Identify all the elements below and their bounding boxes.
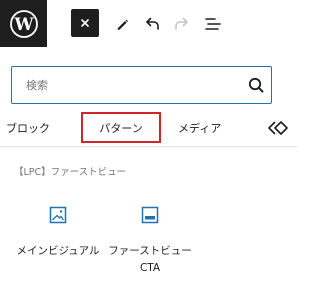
wordpress-logo-icon: W [9, 9, 38, 38]
cover-icon [141, 206, 159, 224]
tab-synced-patterns[interactable] [263, 113, 293, 143]
redo-icon [175, 17, 188, 30]
tab-blocks-label: ブロック [6, 122, 50, 135]
close-icon [81, 19, 89, 27]
editor-top-toolbar: W [0, 0, 297, 52]
pattern-category-heading: 【LPC】ファーストビュー [14, 167, 127, 178]
search-box [11, 66, 272, 104]
inserter-tabs: ブロック パターン メディア [0, 112, 297, 145]
pattern-item-label: メインビジュアル [16, 245, 100, 257]
tabs-divider [0, 146, 297, 147]
svg-text:W: W [13, 15, 34, 35]
pattern-item[interactable]: ファーストビューCTA [108, 205, 192, 277]
undo-button[interactable] [138, 9, 166, 39]
list-view-icon [205, 18, 221, 30]
tab-media[interactable]: メディア [178, 113, 238, 143]
pencil-icon [117, 19, 128, 30]
undo-icon [146, 17, 159, 30]
tab-media-label: メディア [178, 122, 222, 135]
tab-blocks[interactable]: ブロック [0, 113, 72, 143]
pattern-item[interactable]: メインビジュアル [16, 205, 100, 260]
search-input[interactable] [24, 67, 238, 104]
redo-button[interactable] [168, 9, 196, 39]
tools-button[interactable] [108, 9, 136, 39]
wordpress-logo-button[interactable]: W [0, 0, 47, 47]
list-view-button[interactable] [198, 9, 228, 39]
pattern-item-label: ファーストビューCTA [108, 245, 192, 274]
search-icon[interactable] [246, 75, 266, 95]
image-icon [49, 206, 67, 224]
tab-patterns[interactable]: パターン [81, 112, 161, 143]
close-inserter-button[interactable] [71, 9, 99, 37]
synced-patterns-icon [268, 121, 288, 135]
tab-patterns-label: パターン [99, 121, 143, 135]
